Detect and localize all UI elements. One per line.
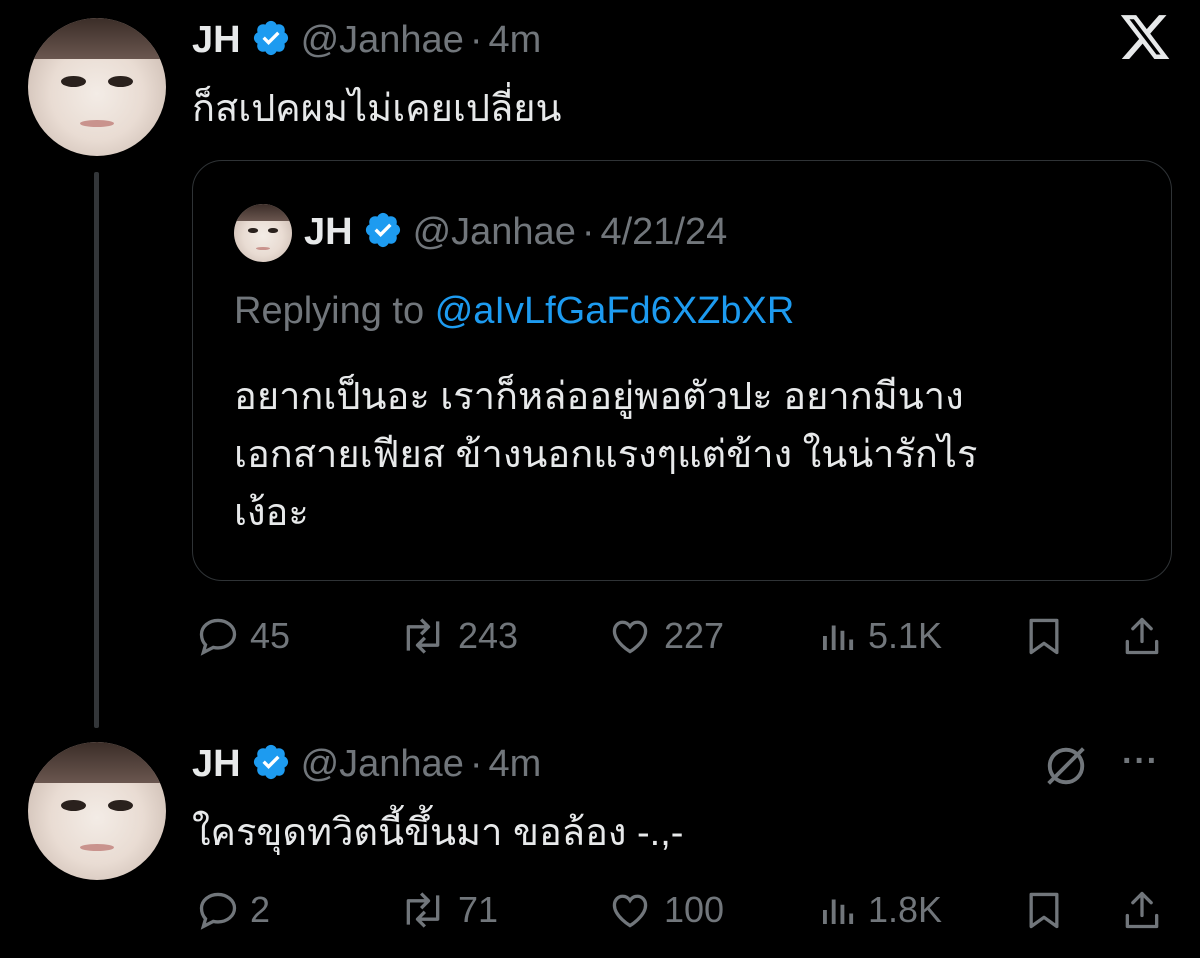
timestamp[interactable]: 4m: [488, 743, 541, 786]
views-count: 5.1K: [868, 615, 943, 656]
bookmark-button[interactable]: [1022, 886, 1066, 934]
bookmark-button[interactable]: [1022, 612, 1066, 660]
verified-badge-icon: [251, 18, 291, 63]
repost-count: 243: [458, 615, 519, 656]
grok-icon[interactable]: [1040, 740, 1092, 792]
timestamp[interactable]: 4m: [488, 19, 541, 62]
handle[interactable]: @Janhae: [301, 19, 464, 62]
quote-avatar: [234, 204, 292, 262]
repost-count: 71: [458, 889, 499, 930]
repost-icon: [406, 892, 440, 928]
verified-badge-icon: [251, 742, 291, 787]
views-icon: [823, 625, 854, 650]
like-button[interactable]: 100: [606, 888, 724, 932]
separator: ·: [469, 18, 483, 61]
x-logo-icon[interactable]: [1118, 10, 1172, 64]
reply-button[interactable]: 45: [196, 614, 290, 658]
reply-count: 45: [250, 615, 291, 656]
like-button[interactable]: 227: [606, 614, 724, 658]
quote-text-line: เง้อะ: [234, 492, 309, 534]
tweet-header: JH @Janhae · 4m: [192, 742, 541, 786]
reply-count: 2: [250, 889, 271, 930]
tweet-text: ใครขุดทวิตนี้ขึ้นมา ขอล้อง -.,-: [192, 812, 684, 854]
share-icon: [1125, 617, 1159, 655]
repost-button[interactable]: 243: [398, 614, 518, 658]
reply-button[interactable]: 2: [196, 888, 270, 932]
share-button[interactable]: [1120, 886, 1164, 934]
repost-icon: [406, 618, 440, 654]
display-name[interactable]: JH: [192, 743, 241, 786]
mention-link[interactable]: @aIvLfGaFd6XZbXR: [435, 290, 795, 332]
bookmark-icon: [1029, 618, 1059, 655]
heart-icon: [612, 620, 648, 654]
more-options-button[interactable]: ···: [1122, 742, 1159, 781]
like-count: 100: [664, 889, 725, 930]
heart-icon: [612, 894, 648, 928]
views-icon: [823, 899, 854, 924]
replying-to: Replying to @aIvLfGaFd6XZbXR: [234, 290, 794, 333]
views-button[interactable]: 5.1K: [816, 614, 942, 658]
views-button[interactable]: 1.8K: [816, 888, 942, 932]
quote-text: อยากเป็นอะ เราก็หล่ออยู่พอตัวปะ อยากมีนา…: [234, 368, 977, 542]
handle[interactable]: @Janhae: [301, 743, 464, 786]
like-count: 227: [664, 615, 725, 656]
replying-prefix: Replying to: [234, 290, 425, 332]
reply-icon: [199, 618, 237, 656]
quote-handle: @Janhae: [412, 210, 576, 253]
reply-icon: [199, 892, 237, 930]
quote-display-name: JH: [304, 210, 353, 253]
share-button[interactable]: [1120, 612, 1164, 660]
share-icon: [1125, 891, 1159, 929]
avatar[interactable]: [28, 18, 166, 156]
separator: ·: [469, 742, 483, 785]
tweet-header: JH @Janhae · 4m: [192, 18, 541, 62]
quote-timestamp: 4/21/24: [600, 210, 728, 253]
repost-button[interactable]: 71: [398, 888, 498, 932]
avatar[interactable]: [28, 742, 166, 880]
verified-badge-icon: [363, 210, 403, 255]
quote-text-line: เอกสายเฟียส ข้างนอกแรงๆแต่ข้าง ในน่ารักไ…: [234, 434, 978, 476]
tweet-text: ก็สเปคผมไม่เคยเปลี่ยน: [192, 88, 562, 130]
quote-header: JH @Janhae · 4/21/24: [304, 210, 727, 254]
quote-text-line: อยากเป็นอะ เราก็หล่ออยู่พอตัวปะ อยากมีนา…: [234, 376, 964, 418]
views-count: 1.8K: [868, 889, 943, 930]
thread-line: [94, 172, 99, 728]
separator: ·: [581, 210, 595, 253]
display-name[interactable]: JH: [192, 19, 241, 62]
bookmark-icon: [1029, 892, 1059, 929]
